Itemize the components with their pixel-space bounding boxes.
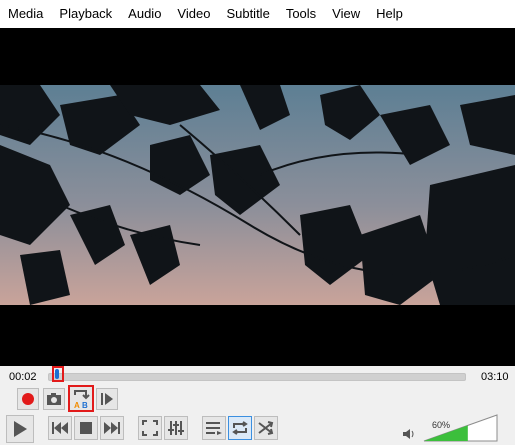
video-display[interactable] [0, 28, 515, 366]
frame-step-icon [101, 393, 113, 405]
shuffle-button[interactable] [254, 416, 278, 440]
ab-loop-icon: A B [74, 390, 90, 409]
record-button[interactable] [17, 388, 39, 410]
play-button[interactable] [6, 415, 34, 443]
elapsed-time: 00:02 [9, 371, 37, 383]
frame-step-button[interactable] [96, 388, 118, 410]
next-button[interactable] [100, 416, 124, 440]
menu-bar: Media Playback Audio Video Subtitle Tool… [0, 0, 515, 28]
loop-button[interactable] [228, 416, 252, 440]
previous-button[interactable] [48, 416, 72, 440]
menu-media[interactable]: Media [0, 0, 51, 28]
seek-handle-highlight [52, 366, 64, 382]
playlist-icon [206, 422, 222, 435]
fullscreen-button[interactable] [138, 416, 162, 440]
play-icon [14, 421, 27, 437]
snapshot-icon [47, 393, 61, 405]
menu-help[interactable]: Help [368, 0, 411, 28]
ab-loop-a-label: A [74, 401, 80, 409]
seek-bar[interactable] [48, 373, 466, 381]
stop-button[interactable] [74, 416, 98, 440]
menu-view[interactable]: View [324, 0, 368, 28]
menu-playback[interactable]: Playback [51, 0, 120, 28]
speaker-icon[interactable] [402, 428, 414, 440]
playlist-button[interactable] [202, 416, 226, 440]
stop-icon [80, 422, 92, 434]
snapshot-button[interactable] [43, 388, 65, 410]
extended-settings-button[interactable] [164, 416, 188, 440]
menu-tools[interactable]: Tools [278, 0, 324, 28]
ab-loop-b-label: B [82, 401, 88, 409]
fullscreen-icon [142, 420, 158, 436]
total-time: 03:10 [481, 371, 509, 383]
loop-icon [232, 421, 248, 435]
menu-audio[interactable]: Audio [120, 0, 169, 28]
menu-subtitle[interactable]: Subtitle [218, 0, 277, 28]
shuffle-icon [258, 421, 274, 435]
next-icon [104, 422, 120, 434]
menu-video[interactable]: Video [169, 0, 218, 28]
extended-settings-icon [168, 421, 184, 435]
previous-icon [52, 422, 68, 434]
ab-loop-button[interactable]: A B [68, 385, 94, 412]
volume-slider[interactable] [423, 414, 498, 442]
video-frame [0, 85, 515, 305]
record-icon [22, 393, 34, 405]
